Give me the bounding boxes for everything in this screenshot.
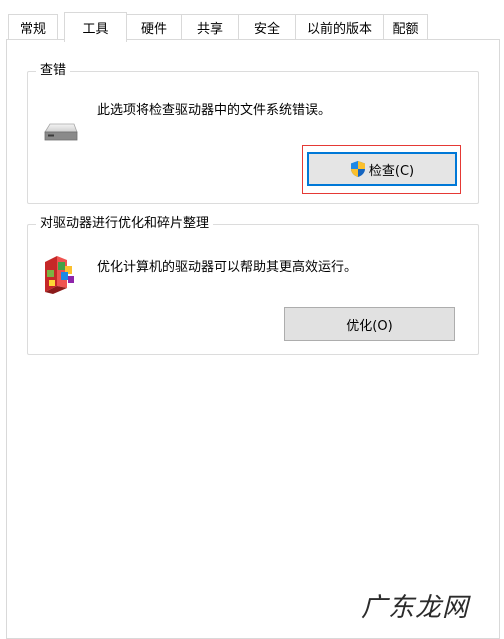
tab-strip: 常规 工具 硬件 共享 安全 以前的版本 配额 <box>8 12 496 42</box>
watermark: 广东龙网 <box>360 593 469 623</box>
error-check-description: 此选项将检查驱动器中的文件系统错误。 <box>97 103 332 118</box>
optimize-button[interactable]: 优化(O) <box>284 307 455 341</box>
uac-shield-icon <box>350 160 366 178</box>
optimize-title: 对驱动器进行优化和碎片整理 <box>36 215 214 233</box>
optimize-description: 优化计算机的驱动器可以帮助其更高效运行。 <box>97 260 358 275</box>
check-button-label: 检查(C) <box>368 163 415 179</box>
tab-quota[interactable]: 配额 <box>383 14 428 40</box>
drive-icon <box>42 120 78 144</box>
tab-general[interactable]: 常规 <box>8 14 58 40</box>
optimize-group: 对驱动器进行优化和碎片整理 优化计算机的驱动器可以帮助其更高效运行。 优化(O) <box>27 215 479 355</box>
tools-panel: 查错 此选项将检查驱动器中的文件系统错误。 检查(C) 对驱动器进行优化和碎片整… <box>6 39 500 639</box>
tab-previous-versions[interactable]: 以前的版本 <box>295 14 384 40</box>
optimize-button-label: 优化(O) <box>346 318 393 334</box>
error-check-group: 查错 此选项将检查驱动器中的文件系统错误。 检查(C) <box>27 62 479 204</box>
check-button[interactable]: 检查(C) <box>307 152 457 186</box>
tab-sharing[interactable]: 共享 <box>181 14 239 40</box>
tab-hardware[interactable]: 硬件 <box>126 14 182 40</box>
error-check-title: 查错 <box>36 62 71 80</box>
defrag-icon <box>41 252 79 294</box>
tab-security[interactable]: 安全 <box>238 14 296 40</box>
tab-tools[interactable]: 工具 <box>64 12 127 42</box>
